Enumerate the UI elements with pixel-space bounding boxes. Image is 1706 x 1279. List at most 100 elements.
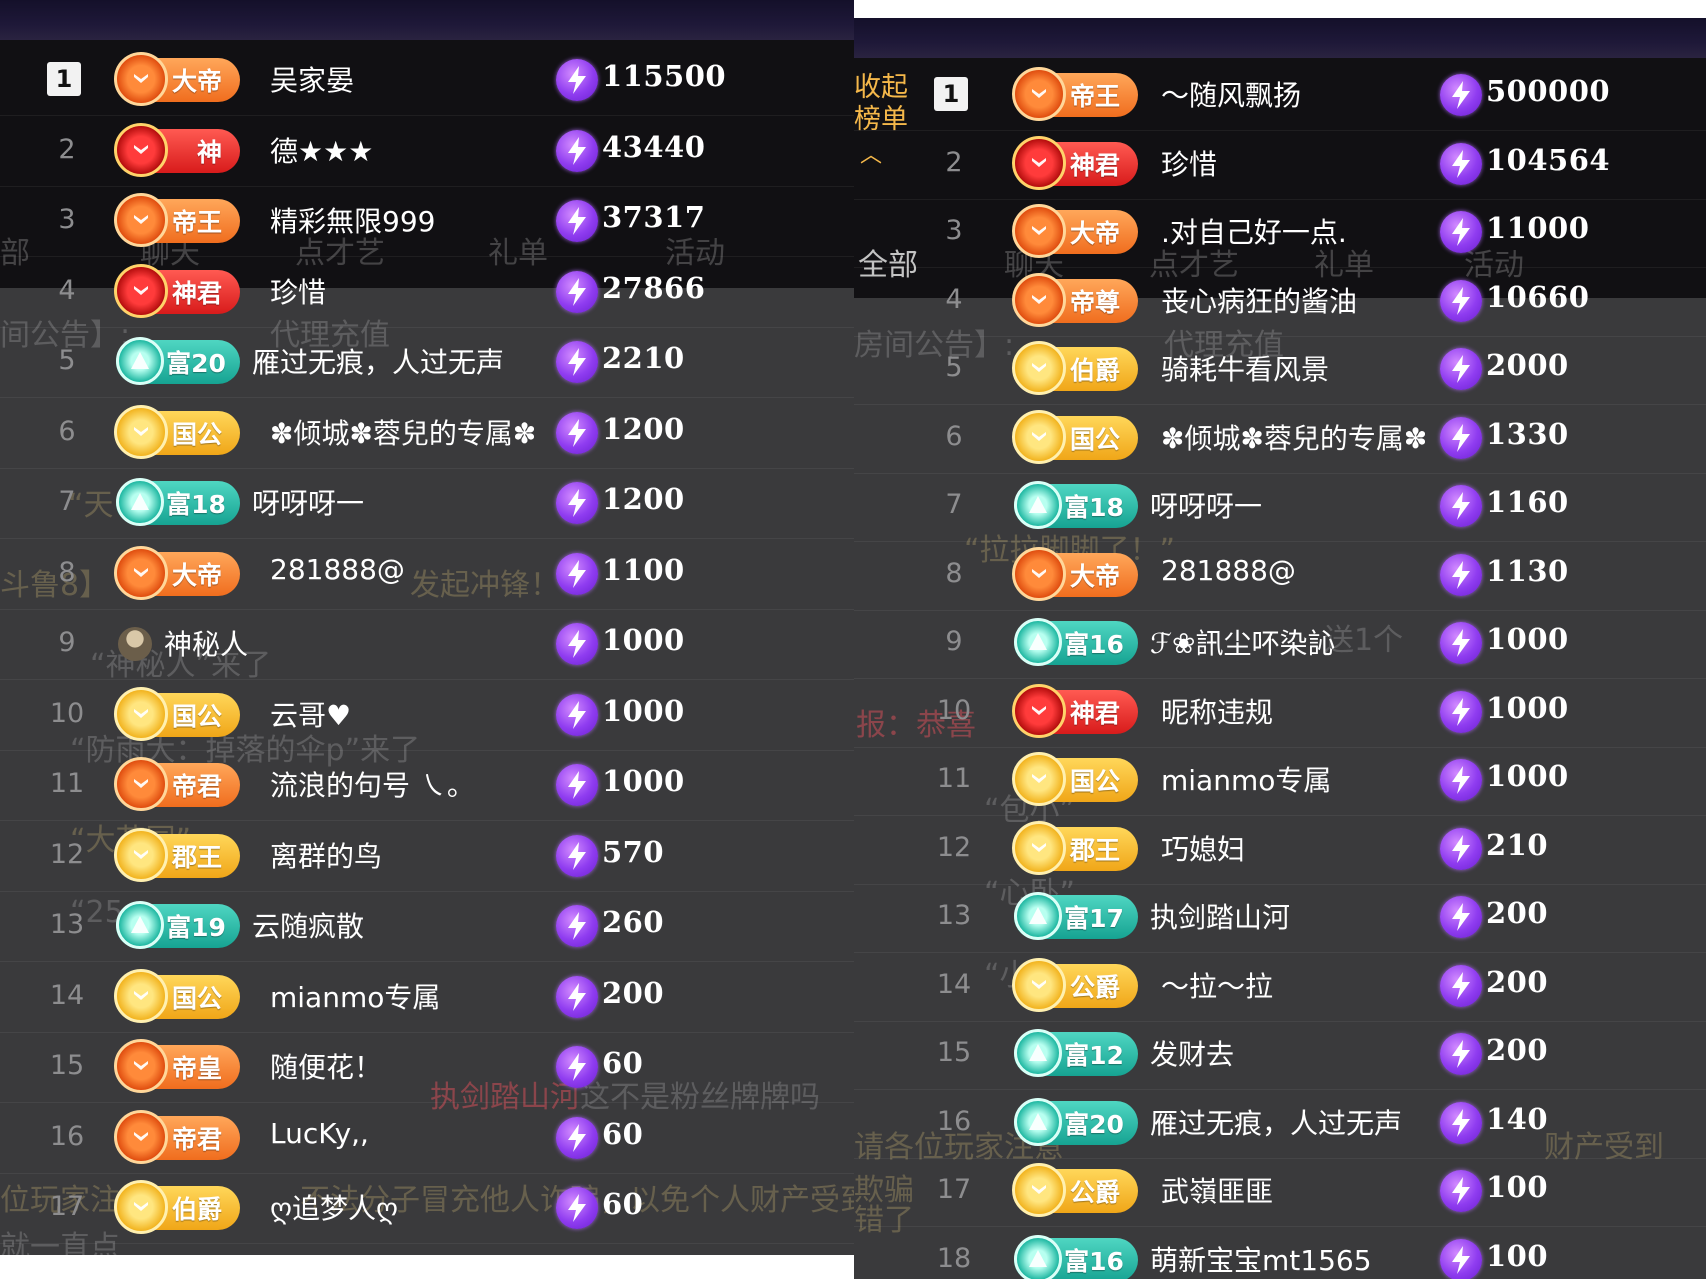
leaderboard-row[interactable]: 16 富20 雁过无痕，人过无声 140 — [854, 1088, 1706, 1159]
lightning-bolt-icon — [1440, 622, 1482, 664]
contribution-value: 1000 — [602, 623, 685, 657]
user-name[interactable]: 雁过无痕，人过无声 — [1150, 1102, 1402, 1142]
user-name[interactable]: ～随风飘扬 — [1161, 74, 1301, 114]
leaderboard-row[interactable]: 13 富17 执剑踏山河 200 — [854, 882, 1706, 953]
leaderboard-row[interactable]: 12 郡王 巧媳妇 210 — [854, 814, 1706, 885]
user-name[interactable]: ✽倾城✽蓉兒的专属✽ — [270, 412, 536, 452]
leaderboard-row[interactable]: 8 大帝 281888@ 1130 — [854, 540, 1706, 611]
user-name[interactable]: 云哥♥ — [270, 694, 351, 734]
user-name[interactable]: 发财去 — [1150, 1033, 1234, 1073]
leaderboard-row[interactable]: 2 神君 珍惜 104564 — [854, 129, 1706, 200]
leaderboard-row[interactable]: 1 大帝 吴家晏 115500 — [0, 45, 854, 116]
leaderboard-row[interactable]: 14 国公 mianmo专属 200 — [0, 962, 854, 1033]
lightning-bolt-icon — [556, 834, 598, 877]
rank-badge: 帝君 — [114, 757, 240, 811]
rank-number: 8 — [58, 556, 76, 588]
badge-label: 帝王 — [1069, 82, 1120, 111]
leaderboard-row[interactable]: 1 帝王 ～随风飘扬 500000 — [854, 60, 1706, 131]
user-name[interactable]: 281888@ — [270, 553, 405, 586]
crest-icon — [1012, 341, 1066, 395]
leaderboard-row[interactable]: 5 富20 雁过无痕，人过无声 2210 — [0, 327, 854, 398]
rank-badge: 国公 — [114, 686, 240, 741]
leaderboard-row[interactable]: 4 帝尊 丧心病狂的酱油 10660 — [854, 266, 1706, 337]
leaderboard-row[interactable]: 9 神秘人 1000 — [0, 609, 854, 680]
user-name[interactable]: 离群的鸟 — [270, 835, 382, 875]
contribution-value: 1000 — [1486, 759, 1569, 793]
contribution-value: 200 — [1486, 896, 1549, 930]
crest-icon — [1012, 1163, 1066, 1217]
crest-icon — [114, 122, 168, 177]
user-name[interactable]: 雁过无痕，人过无声 — [252, 341, 504, 381]
leaderboard-row[interactable]: 10 国公 云哥♥ 1000 — [0, 680, 854, 751]
user-name[interactable]: 神秘人 — [164, 623, 248, 663]
user-name[interactable]: .对自己好一点. — [1161, 211, 1347, 251]
user-name[interactable]: 云随疯散 — [252, 905, 364, 945]
user-name[interactable]: 精彩無限999 — [270, 200, 435, 240]
user-name[interactable]: ～拉～拉 — [1161, 965, 1273, 1005]
leaderboard-row[interactable]: 11 帝君 流浪的句号 ㇏。 1000 — [0, 750, 854, 821]
leaderboard-row[interactable]: 7 富18 呀呀呀一 1200 — [0, 468, 854, 539]
user-name[interactable]: 281888@ — [1161, 554, 1296, 587]
badge-label: 帝皇 — [171, 1054, 222, 1083]
leaderboard-row[interactable]: 17 公爵 武嶺匪匪 100 — [854, 1156, 1706, 1227]
contribution-value: 1160 — [1486, 485, 1569, 519]
badge-label: 帝君 — [171, 1124, 222, 1154]
badge-label: 伯爵 — [171, 1195, 222, 1224]
user-name[interactable]: ✽倾城✽蓉兒的专属✽ — [1161, 417, 1427, 457]
leaderboard-row[interactable]: 3 大帝 .对自己好一点. 11000 — [854, 197, 1706, 268]
leaderboard-row[interactable]: 15 帝皇 随便花！ 60 — [0, 1032, 854, 1103]
leaderboard-row[interactable]: 4 神君 珍惜 27866 — [0, 257, 854, 328]
user-name[interactable]: 骑耗牛看风景 — [1161, 348, 1329, 388]
leaderboard-row[interactable]: 11 国公 mianmo专属 1000 — [854, 745, 1706, 816]
rank-badge: 郡王 — [1012, 820, 1138, 875]
crest-icon — [114, 757, 168, 811]
user-name[interactable]: 珍惜 — [1161, 143, 1217, 183]
badge-label: 郡王 — [171, 842, 222, 872]
rank-number: 16 — [936, 1105, 972, 1137]
leaderboard-row[interactable]: 10 神君 昵称违规 1000 — [854, 677, 1706, 748]
leaderboard-row[interactable]: 6 国公 ✽倾城✽蓉兒的专属✽ 1200 — [0, 398, 854, 469]
user-name[interactable]: 流浪的句号 ㇏。 — [270, 764, 475, 804]
user-name[interactable]: 呀呀呀一 — [1150, 485, 1262, 525]
leaderboard-row[interactable]: 17 伯爵 ღ追梦人ღ 60 — [0, 1173, 854, 1244]
leaderboard-row[interactable]: 6 国公 ✽倾城✽蓉兒的专属✽ 1330 — [854, 403, 1706, 474]
user-name[interactable]: ℱ❀訊尘吥染訫 — [1150, 622, 1335, 662]
user-name[interactable]: 巧媳妇 — [1161, 828, 1245, 868]
lightning-bolt-icon — [556, 1116, 598, 1159]
rank-badge: 富16 — [1014, 1234, 1138, 1279]
leaderboard-row[interactable]: 7 富18 呀呀呀一 1160 — [854, 471, 1706, 542]
user-name[interactable]: mianmo专属 — [270, 976, 440, 1016]
leaderboard-row[interactable]: 14 公爵 ～拉～拉 200 — [854, 951, 1706, 1022]
user-name[interactable]: ღ追梦人ღ — [270, 1187, 398, 1227]
leaderboard-row[interactable]: 13 富19 云随疯散 260 — [0, 891, 854, 962]
contribution-value: 200 — [602, 975, 665, 1010]
user-name[interactable]: 昵称违规 — [1161, 691, 1273, 731]
badge-label: 神君 — [171, 278, 222, 308]
crest-icon — [1012, 820, 1066, 875]
leaderboard-row[interactable]: 12 郡王 离群的鸟 570 — [0, 821, 854, 892]
crest-icon — [1012, 683, 1066, 738]
user-name[interactable]: 武嶺匪匪 — [1161, 1170, 1273, 1210]
leaderboard-row[interactable]: 15 富12 发财去 200 — [854, 1019, 1706, 1090]
leaderboard-row[interactable]: 16 帝君 LucKy,, 60 — [0, 1103, 854, 1174]
contribution-value: 260 — [602, 905, 665, 939]
user-name[interactable]: LucKy,, — [270, 1117, 369, 1150]
leaderboard-row[interactable]: 18 富16 萌新宝宝mt1565 100 — [854, 1225, 1706, 1279]
leaderboard-row[interactable]: 2 神 德★★★ 43440 — [0, 116, 854, 187]
user-name[interactable]: 执剑踏山河 — [1150, 896, 1290, 936]
user-name[interactable]: 丧心病狂的酱油 — [1161, 280, 1357, 320]
user-name[interactable]: 呀呀呀一 — [252, 482, 364, 522]
user-name[interactable]: 德★★★ — [270, 130, 373, 170]
user-name[interactable]: 萌新宝宝mt1565 — [1150, 1239, 1372, 1279]
leaderboard-row[interactable]: 3 帝王 精彩無限999 37317 — [0, 186, 854, 257]
crest-icon — [116, 337, 164, 385]
leaderboard-row[interactable]: 5 伯爵 骑耗牛看风景 2000 — [854, 334, 1706, 405]
crest-icon — [1012, 67, 1066, 121]
user-name[interactable]: 随便花！ — [270, 1046, 382, 1086]
leaderboard-row[interactable]: 8 大帝 281888@ 1100 — [0, 539, 854, 610]
lightning-bolt-icon — [1440, 690, 1482, 733]
user-name[interactable]: 珍惜 — [270, 271, 326, 311]
user-name[interactable]: 吴家晏 — [270, 59, 354, 99]
user-name[interactable]: mianmo专属 — [1161, 759, 1331, 799]
leaderboard-row[interactable]: 9 富16 ℱ❀訊尘吥染訫 1000 — [854, 608, 1706, 679]
